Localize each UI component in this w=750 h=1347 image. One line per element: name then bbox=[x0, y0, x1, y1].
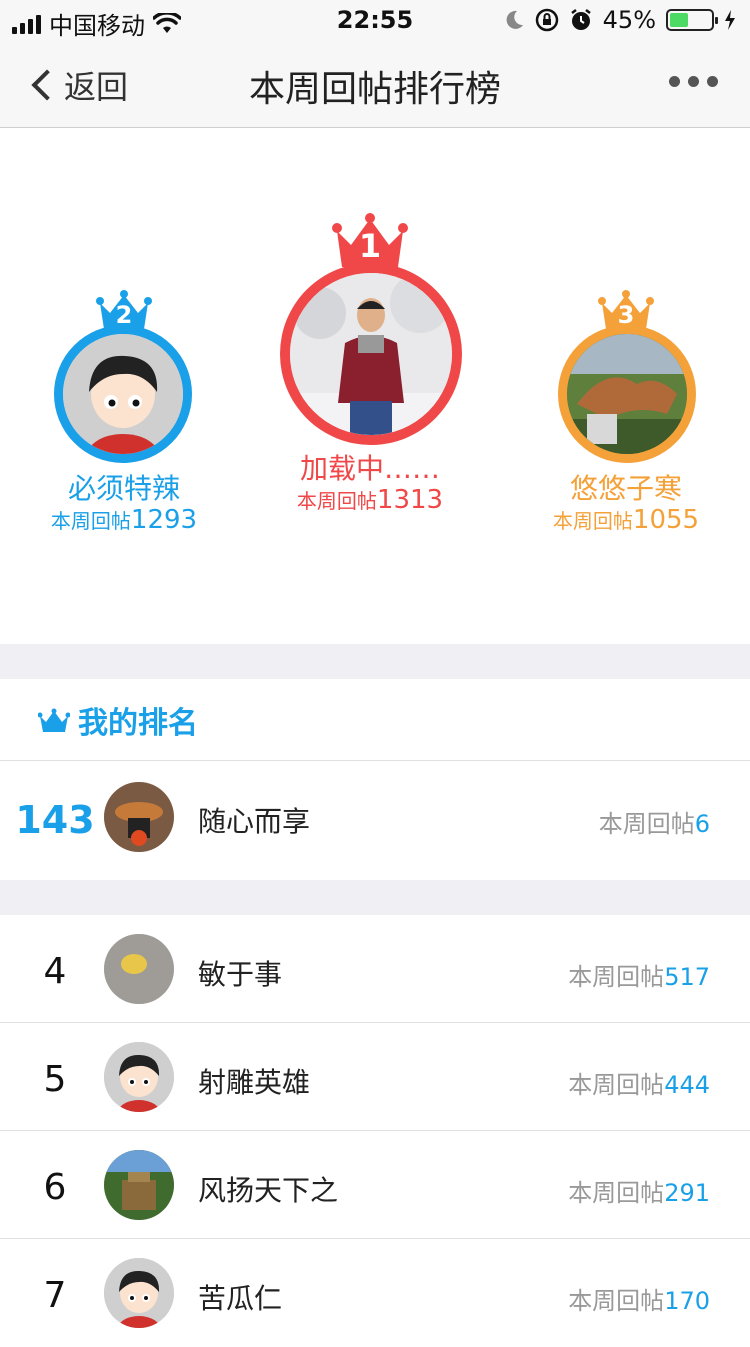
my-rank-header: 我的排名 bbox=[0, 679, 750, 761]
count-value: 1313 bbox=[376, 485, 444, 515]
status-bar: 中国移动 22:55 45% bbox=[0, 0, 750, 40]
podium-count: 本周回帖1055 bbox=[536, 505, 716, 535]
avatar-ring bbox=[280, 263, 462, 445]
list-rank: 4 bbox=[43, 951, 67, 992]
list-name: 敏于事 bbox=[198, 958, 283, 991]
alarm-icon bbox=[570, 9, 591, 30]
list-count: 本周回帖291 bbox=[568, 1173, 710, 1208]
list-rank: 5 bbox=[43, 1059, 67, 1100]
count-label: 本周回帖 bbox=[296, 489, 377, 513]
avatar bbox=[290, 273, 452, 435]
page-title: 本周回帖排行榜 bbox=[248, 69, 501, 110]
count-label: 本周回帖 bbox=[568, 963, 665, 991]
section-divider bbox=[0, 880, 750, 915]
podium-count: 本周回帖1313 bbox=[270, 485, 470, 515]
more-dot-icon bbox=[688, 76, 699, 87]
podium-first[interactable]: 1 加载中…… 本周回帖1313 bbox=[270, 211, 470, 531]
avatar bbox=[104, 1042, 174, 1112]
list-rank: 7 bbox=[43, 1275, 67, 1316]
list-item[interactable]: 6 风扬天下之 本周回帖291 bbox=[0, 1131, 750, 1239]
list-item[interactable]: 4 敏于事 本周回帖517 bbox=[0, 915, 750, 1023]
count-value: 170 bbox=[664, 1287, 710, 1315]
more-dot-icon bbox=[669, 76, 680, 87]
avatar-ring bbox=[558, 325, 696, 463]
list-name: 苦瓜仁 bbox=[198, 1282, 283, 1315]
my-rank-name: 随心而享 bbox=[198, 805, 311, 838]
section-divider bbox=[0, 644, 750, 679]
count-label: 本周回帖 bbox=[568, 1179, 665, 1207]
avatar bbox=[104, 1150, 174, 1220]
list-name: 风扬天下之 bbox=[198, 1174, 339, 1207]
count-label: 本周回帖 bbox=[552, 509, 633, 533]
more-dot-icon bbox=[707, 76, 718, 87]
count-value: 1293 bbox=[130, 505, 198, 535]
battery-percent: 45% bbox=[602, 6, 656, 34]
my-rank-row[interactable]: 143 随心而享 本周回帖6 bbox=[0, 762, 750, 880]
nav-bar: 返回 本周回帖排行榜 bbox=[0, 40, 750, 128]
list-count: 本周回帖444 bbox=[568, 1065, 710, 1100]
avatar bbox=[104, 1258, 174, 1328]
status-right: 45% bbox=[503, 6, 736, 34]
count-label: 本周回帖 bbox=[598, 810, 695, 838]
list-item[interactable]: 7 苦瓜仁 本周回帖170 bbox=[0, 1239, 750, 1347]
my-rank-title: 我的排名 bbox=[78, 705, 198, 741]
count-label: 本周回帖 bbox=[568, 1287, 665, 1315]
count-value: 6 bbox=[694, 810, 710, 838]
list-item[interactable]: 5 射雕英雄 本周回帖444 bbox=[0, 1023, 750, 1131]
avatar bbox=[63, 334, 183, 454]
list-rank: 6 bbox=[43, 1167, 67, 1208]
podium-name: 加载中…… bbox=[299, 452, 440, 485]
count-label: 本周回帖 bbox=[568, 1071, 665, 1099]
list-count: 本周回帖517 bbox=[568, 957, 710, 992]
charging-icon bbox=[725, 10, 735, 30]
top3-podium: 2 必须特辣 本周回帖1293 1 加载中…… 本周回帖1313 3 悠悠子寒 … bbox=[0, 129, 750, 644]
my-rank-number: 143 bbox=[15, 798, 95, 842]
podium-second[interactable]: 2 必须特辣 本周回帖1293 bbox=[34, 289, 214, 535]
list-count: 本周回帖170 bbox=[568, 1281, 710, 1316]
podium-name: 悠悠子寒 bbox=[569, 472, 682, 505]
count-value: 444 bbox=[664, 1071, 710, 1099]
moon-icon bbox=[506, 10, 523, 29]
list-name: 射雕英雄 bbox=[198, 1066, 311, 1099]
rotation-lock-icon bbox=[535, 8, 558, 32]
avatar bbox=[567, 334, 687, 454]
avatar-ring bbox=[54, 325, 192, 463]
my-rank-count: 本周回帖6 bbox=[599, 804, 710, 839]
crown-icon: 3 bbox=[598, 289, 654, 329]
podium-third[interactable]: 3 悠悠子寒 本周回帖1055 bbox=[536, 289, 716, 535]
count-value: 291 bbox=[664, 1179, 710, 1207]
podium-name: 必须特辣 bbox=[67, 472, 180, 505]
crown-icon: 2 bbox=[96, 289, 152, 329]
podium-count: 本周回帖1293 bbox=[34, 505, 214, 535]
crown-icon: 1 bbox=[332, 211, 408, 267]
count-value: 517 bbox=[664, 963, 710, 991]
avatar bbox=[104, 934, 174, 1004]
count-label: 本周回帖 bbox=[50, 509, 131, 533]
more-button[interactable] bbox=[669, 76, 718, 87]
battery-icon bbox=[666, 9, 718, 31]
podium-rank: 1 bbox=[358, 227, 382, 265]
avatar bbox=[104, 782, 174, 852]
count-value: 1055 bbox=[632, 505, 700, 535]
crown-icon bbox=[38, 708, 70, 732]
